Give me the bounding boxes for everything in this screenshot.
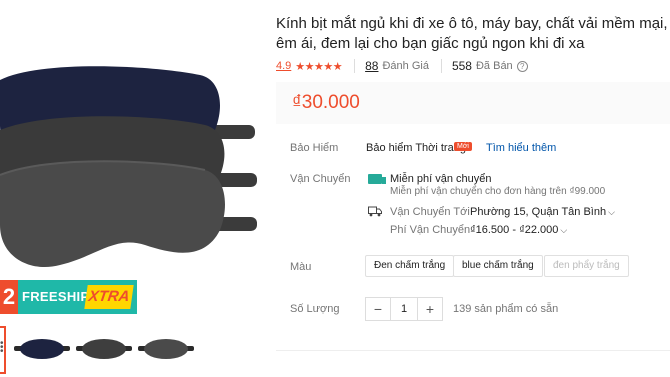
quantity-label: Số Lượng [290, 303, 340, 315]
shipping-fee-dropdown[interactable]: ₫16.500 - ₫22.000 ⌵ [470, 224, 567, 236]
chevron-down-icon: ⌵ [560, 225, 568, 235]
truck-icon [368, 206, 382, 217]
quantity-increase-button[interactable]: + [418, 298, 442, 320]
learn-more-link[interactable]: Tìm hiểu thêm [486, 142, 556, 154]
sold-label: Đã Bán [475, 60, 513, 72]
freeship-label: FREESHIP [22, 289, 90, 304]
badge-number: 2 [0, 280, 18, 314]
color-option-black-comma: đen phẩy trắng [544, 255, 629, 277]
insurance-label: Bảo Hiểm [290, 142, 339, 154]
insurance-value: Bảo hiểm Thời trang [366, 142, 466, 154]
product-gallery: 2 FREESHIP XTRA • • • [0, 0, 265, 377]
quantity-input[interactable]: 1 [390, 298, 418, 320]
color-label: Màu [290, 261, 312, 273]
divider [276, 350, 670, 351]
shipping-label: Vận Chuyển [290, 173, 351, 185]
sold-count: 558 [451, 59, 472, 73]
quantity-decrease-button[interactable]: − [366, 298, 390, 320]
price-box: ₫30.000 [276, 82, 670, 124]
divider [354, 59, 356, 73]
stock-available: 139 sản phẩm có sẵn [453, 303, 559, 315]
product-stats: 4.9 ★★★★★ 88 Đánh Giá 558 Đã Bán ? [276, 58, 528, 74]
product-main-image[interactable] [0, 45, 265, 300]
thumbnail-strip: • • • [0, 322, 265, 377]
color-option-black-dot[interactable]: Đen chấm trắng [365, 255, 455, 277]
divider [440, 59, 442, 73]
product-title: Kính bịt mắt ngủ khi đi xe ô tô, máy bay… [276, 15, 668, 52]
thumbnail-charcoal[interactable] [138, 336, 194, 362]
ship-to-dropdown[interactable]: Phường 15, Quận Tân Bình ⌵ [470, 206, 615, 218]
more-dots-icon: • • • [0, 338, 4, 357]
product-details: Kính bịt mắt ngủ khi đi xe ô tô, máy bay… [276, 0, 670, 377]
review-label: Đánh Giá [382, 60, 429, 72]
help-icon[interactable]: ? [516, 60, 528, 72]
shipping-fee-value: ₫16.500 - ₫22.000 [470, 224, 559, 236]
thumbnail-blue[interactable] [14, 336, 70, 362]
free-shipping-title: Miễn phí vận chuyển [390, 173, 492, 185]
free-shipping-subtitle: Miễn phí vận chuyển cho đơn hàng trên ₫9… [390, 186, 606, 197]
ship-to-label: Vận Chuyển Tới [390, 206, 470, 218]
product-price: ₫30.000 [292, 92, 360, 113]
free-shipping-icon [368, 174, 386, 184]
rating-value[interactable]: 4.9 [276, 60, 291, 72]
color-option-blue-dot[interactable]: blue chấm trắng [453, 255, 543, 277]
review-count[interactable]: 88 [365, 59, 378, 73]
freeship-xtra-badge: 2 FREESHIP XTRA [0, 280, 137, 314]
new-badge: Mới [454, 142, 472, 151]
chevron-down-icon: ⌵ [608, 207, 615, 217]
shipping-fee-label: Phí Vận Chuyển [390, 224, 471, 236]
rating-stars-icon: ★★★★★ [295, 60, 343, 73]
ship-to-value: Phường 15, Quận Tân Bình [470, 206, 607, 218]
xtra-label: XTRA [84, 285, 134, 309]
quantity-stepper: − 1 + [365, 297, 443, 321]
thumbnail-dark[interactable] [76, 336, 132, 362]
